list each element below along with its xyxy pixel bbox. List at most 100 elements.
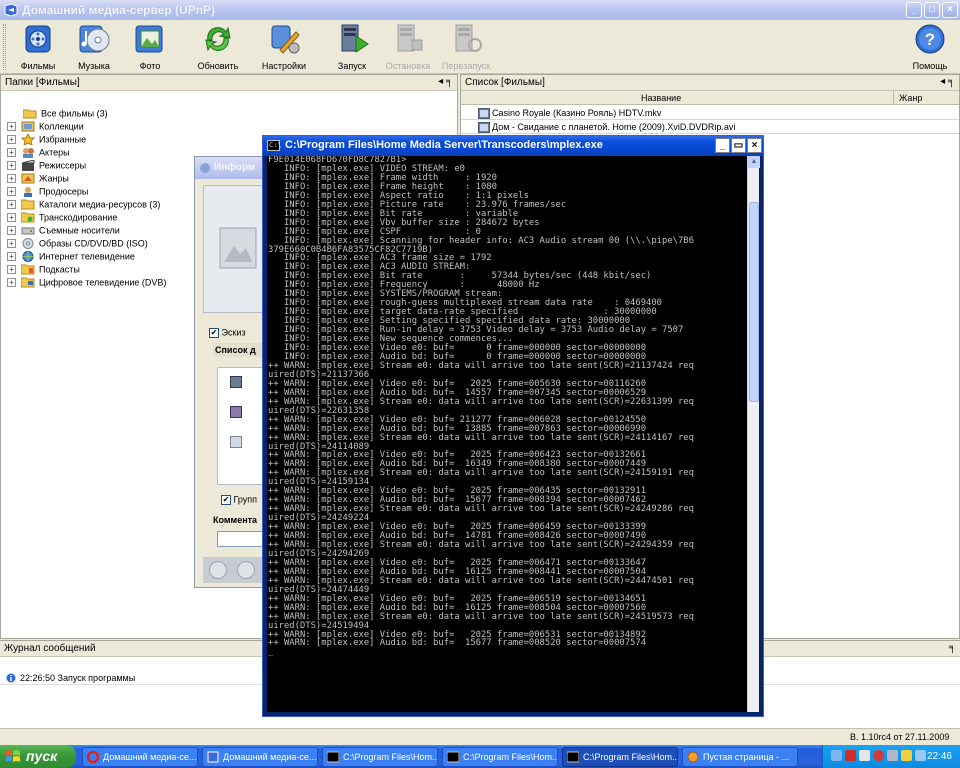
expand-icon[interactable]: + <box>7 187 16 197</box>
console-close-button[interactable]: × <box>747 138 762 153</box>
expand-icon[interactable]: + <box>7 278 16 288</box>
expand-icon[interactable]: + <box>7 135 16 145</box>
films-button[interactable]: Фильмы <box>8 22 68 72</box>
prev-button[interactable] <box>209 561 227 579</box>
minimize-button[interactable]: _ <box>906 2 922 18</box>
next-button[interactable] <box>237 561 255 579</box>
expand-icon[interactable]: + <box>7 239 16 249</box>
tree-item-genres[interactable]: + Жанры <box>7 173 69 186</box>
checkbox-checked-icon: ✔ <box>221 494 231 505</box>
tree-item-label: Цифровое телевидение (DVB) <box>39 277 167 288</box>
tree-item-label: Транскодирование <box>39 212 118 223</box>
sketch-checkbox[interactable]: ✔ Эскиз <box>209 327 246 341</box>
close-button[interactable]: × <box>942 2 958 18</box>
svg-text:?: ? <box>925 30 935 49</box>
tree-item-directors[interactable]: + Режиссеры <box>7 160 86 173</box>
music-label: Музыка <box>78 61 110 71</box>
opera-icon <box>87 751 99 763</box>
column-name-header[interactable]: Название <box>641 93 681 103</box>
podcast-icon <box>20 264 35 275</box>
sketch-checkbox-label: Эскиз <box>221 327 246 338</box>
power-icon[interactable] <box>901 750 912 761</box>
column-divider[interactable] <box>893 91 894 105</box>
taskbar-task-active[interactable]: C:\Program Files\Hom... <box>562 747 678 767</box>
tree-item-all-films[interactable]: Все фильмы (3) <box>7 108 108 121</box>
list-row[interactable]: Casino Royale (Казино Рояль) HDTV.mkv <box>461 107 959 120</box>
tree-item-producers[interactable]: + Продюсеры <box>7 186 88 199</box>
tree-item-actors[interactable]: + Актеры <box>7 147 70 160</box>
taskbar-task[interactable]: Домашний медиа-се... <box>82 747 198 767</box>
message-log-pin-icon[interactable]: ╕ <box>949 642 956 653</box>
list-panel-pin-icon[interactable]: ◂ ╕ <box>940 76 955 87</box>
taskbar-task[interactable]: C:\Program Files\Hom... <box>442 747 558 767</box>
tree-item-favorites[interactable]: + Избранные <box>7 134 86 147</box>
stop-server-button[interactable]: Остановка <box>378 22 438 72</box>
help-button[interactable]: ? Помощь <box>900 22 960 72</box>
settings-button[interactable]: Настройки <box>254 22 314 72</box>
column-genre-header[interactable]: Жанр <box>899 93 922 103</box>
main-window-titlebar[interactable]: Домашний медиа-сервер (UPnP) _ □ × <box>0 0 960 20</box>
tree-item-transcoding[interactable]: + Транскодирование <box>7 212 117 225</box>
scroll-up-arrow-icon[interactable]: ▲ <box>748 156 760 168</box>
start-server-label: Запуск <box>337 61 367 71</box>
folders-panel-title: Папки [Фильмы] <box>5 77 80 88</box>
tree-item-collections[interactable]: + Коллекции <box>7 121 84 134</box>
volume-icon[interactable] <box>915 750 926 761</box>
maximize-button[interactable]: □ <box>924 2 940 18</box>
restart-server-button[interactable]: Перезапуск <box>436 22 496 72</box>
tree-item-label: Все фильмы (3) <box>41 108 108 119</box>
version-label: В. 1.10rc4 от 27.11.2009 <box>850 732 950 742</box>
console-task-icon <box>447 751 459 763</box>
antivirus-icon[interactable] <box>873 750 884 761</box>
console-output[interactable]: F9E014E068FD670FD8C7827B1> INFO: [mplex.… <box>267 156 749 712</box>
list-row[interactable]: Дом - Свидание с планетой. Home (2009).X… <box>461 121 959 134</box>
network-icon[interactable] <box>859 750 870 761</box>
music-button[interactable]: Музыка <box>64 22 124 72</box>
expand-icon[interactable]: + <box>7 174 16 184</box>
start-server-button[interactable]: Запуск <box>322 22 382 72</box>
info-dialog-title: Информ <box>214 162 256 173</box>
tree-item-podcasts[interactable]: + Подкасты <box>7 264 80 277</box>
taskbar-task[interactable]: Пустая страница - ... <box>682 747 798 767</box>
folders-panel-header: Папки [Фильмы] ◂ ╕ <box>1 75 457 91</box>
expand-icon[interactable]: + <box>7 252 16 262</box>
console-title: C:\Program Files\Home Media Server\Trans… <box>285 139 603 151</box>
main-window-title: Домашний медиа-сервер (UPnP) <box>22 3 216 17</box>
group-checkbox[interactable]: ✔ Групп <box>221 494 257 508</box>
genres-icon <box>21 173 35 184</box>
photo-button[interactable]: Фото <box>120 22 180 72</box>
tree-item-media-catalogs[interactable]: + Каталоги медиа-ресурсов (3) <box>7 199 160 212</box>
group-checkbox-label: Групп <box>233 494 258 505</box>
expand-icon[interactable]: + <box>7 200 16 210</box>
tree-item-iso-images[interactable]: + Образы CD/DVD/BD (ISO) <box>7 238 148 251</box>
expand-icon[interactable]: + <box>7 226 16 236</box>
tree-item-dvb[interactable]: + Цифровое телевидение (DVB) <box>7 277 166 290</box>
taskbar-task[interactable]: Домашний медиа-се... <box>202 747 318 767</box>
folders-panel-pin-icon[interactable]: ◂ ╕ <box>438 76 453 87</box>
windows-flag-icon <box>6 750 20 762</box>
info-dialog-icon <box>200 163 210 173</box>
refresh-button[interactable]: Обновить <box>188 22 248 72</box>
start-button[interactable]: пуск <box>0 745 76 768</box>
console-minimize-button[interactable]: _ <box>715 138 730 153</box>
tree-item-label: Подкасты <box>39 264 80 275</box>
ati-icon[interactable] <box>845 750 856 761</box>
taskbar-task-label: C:\Program Files\Hom... <box>583 752 678 762</box>
expand-icon[interactable]: + <box>7 161 16 171</box>
expand-icon[interactable]: + <box>7 122 16 132</box>
console-scrollbar[interactable]: ▲ <box>747 156 760 712</box>
scrollbar-thumb[interactable] <box>749 202 759 402</box>
tree-item-internet-tv[interactable]: + Интернет телевидение <box>7 251 135 264</box>
expand-icon[interactable]: + <box>7 213 16 223</box>
taskbar-task[interactable]: C:\Program Files\Hom... <box>322 747 438 767</box>
expand-icon[interactable]: + <box>7 148 16 158</box>
safe-remove-icon[interactable] <box>887 750 898 761</box>
toolbar-grip[interactable] <box>3 24 6 70</box>
expand-icon[interactable]: + <box>7 265 16 275</box>
tree-item-removable-media[interactable]: + Съемные носители <box>7 225 120 238</box>
tray-arrow-icon[interactable] <box>831 750 842 761</box>
console-restore-button[interactable]: ▭ <box>731 138 746 153</box>
tree-item-label: Каталоги медиа-ресурсов (3) <box>39 199 161 210</box>
console-titlebar[interactable]: C:\ C:\Program Files\Home Media Server\T… <box>263 136 763 156</box>
producers-icon <box>23 187 32 198</box>
